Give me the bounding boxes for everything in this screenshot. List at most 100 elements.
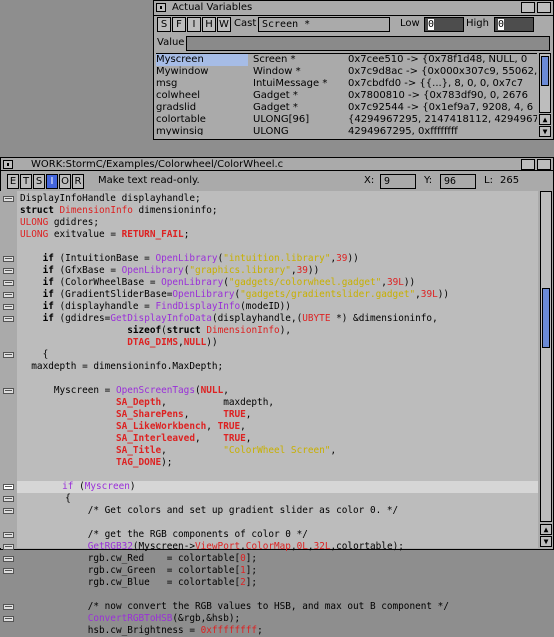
depth-icon[interactable] bbox=[537, 2, 551, 13]
variable-type[interactable]: ULONG bbox=[253, 126, 343, 135]
variable-name[interactable]: gradslid bbox=[156, 102, 248, 114]
vars-button-i[interactable]: I bbox=[187, 17, 201, 32]
y-field[interactable]: 96 bbox=[440, 174, 476, 189]
variable-name[interactable]: mywinsig bbox=[156, 126, 248, 135]
variable-name[interactable]: Mywindow bbox=[156, 66, 248, 78]
tool-button-t[interactable]: T bbox=[20, 174, 32, 189]
depth-icon[interactable] bbox=[537, 159, 551, 170]
code-line[interactable]: if (ColorWheelBase = OpenLibrary("gadget… bbox=[20, 277, 416, 289]
code-line[interactable]: /* get the RGB components of color 0 */ bbox=[20, 529, 308, 541]
code-line[interactable]: GetRGB32(Myscreen->ViewPort.ColorMap,0L,… bbox=[20, 541, 404, 553]
tool-button-s[interactable]: S bbox=[33, 174, 45, 189]
code-line[interactable]: rgb.cw_Red = colortable[0]; bbox=[20, 553, 257, 565]
line-marker-icon[interactable] bbox=[3, 316, 14, 322]
close-icon[interactable] bbox=[156, 3, 166, 12]
line-marker-icon[interactable] bbox=[3, 532, 14, 538]
low-field[interactable]: 0 bbox=[424, 17, 464, 32]
line-marker-icon[interactable] bbox=[3, 388, 14, 394]
code-line[interactable]: /* now convert the RGB values to HSB, an… bbox=[20, 601, 449, 613]
line-marker-icon[interactable] bbox=[3, 304, 14, 310]
vars-button-f[interactable]: F bbox=[172, 17, 186, 32]
tool-button-o[interactable]: O bbox=[59, 174, 71, 189]
code-line[interactable]: if (gdidres=GetDisplayInfoData(displayha… bbox=[20, 313, 438, 325]
variable-type[interactable]: Screen * bbox=[253, 54, 343, 66]
code-line[interactable]: if (Myscreen) bbox=[17, 481, 538, 493]
x-field[interactable]: 9 bbox=[380, 174, 416, 189]
code-line[interactable]: ULONG gdidres; bbox=[20, 217, 99, 229]
code-line[interactable]: struct DimensionInfo dimensioninfo; bbox=[20, 205, 218, 217]
close-icon[interactable] bbox=[3, 160, 13, 169]
code-line[interactable]: maxdepth = dimensioninfo.MaxDepth; bbox=[20, 361, 223, 373]
line-marker-icon[interactable] bbox=[3, 568, 14, 574]
tool-button-e[interactable]: E bbox=[7, 174, 19, 189]
variable-value[interactable]: 0x7c9d8ac -> {0x000x307c9, 55062, 0 bbox=[348, 66, 537, 78]
zoom-icon[interactable] bbox=[521, 2, 535, 13]
code-line[interactable]: SA_SharePens, TRUE, bbox=[20, 409, 251, 421]
editor-gutter[interactable] bbox=[0, 191, 17, 622]
line-marker-icon[interactable] bbox=[3, 604, 14, 610]
variable-value[interactable]: 0x7c92544 -> {0x1ef9a7, 9208, 4, 6 bbox=[348, 102, 537, 114]
vars-button-h[interactable]: H bbox=[202, 17, 216, 32]
vars-titlebar[interactable]: Actual Variables bbox=[154, 1, 553, 16]
line-marker-icon[interactable] bbox=[3, 484, 14, 490]
code-line[interactable]: rgb.cw_Green = colortable[1]; bbox=[20, 565, 257, 577]
code-line[interactable]: { bbox=[20, 493, 71, 505]
vars-scroll-thumb[interactable] bbox=[541, 56, 549, 86]
value-field[interactable] bbox=[186, 36, 550, 51]
code-line[interactable]: ULONG exitvalue = RETURN_FAIL; bbox=[20, 229, 189, 241]
code-line[interactable]: TAG_DONE); bbox=[20, 457, 172, 469]
cast-field[interactable]: Screen * bbox=[258, 17, 390, 32]
vars-button-s[interactable]: S bbox=[157, 17, 171, 32]
code-line[interactable]: SA_Title, "ColorWheel Screen", bbox=[20, 445, 336, 457]
variables-list[interactable]: Myscreen Mywindow msg colwheel gradslid color… bbox=[156, 53, 537, 135]
code-line[interactable]: Myscreen = OpenScreenTags(NULL, bbox=[20, 385, 229, 397]
code-line[interactable]: SA_Depth, maxdepth, bbox=[20, 397, 274, 409]
code-line[interactable]: SA_Interleaved, TRUE, bbox=[20, 433, 252, 445]
variable-name[interactable]: msg bbox=[156, 78, 248, 90]
line-marker-icon[interactable] bbox=[3, 616, 14, 622]
variable-type[interactable]: Gadget * bbox=[253, 102, 343, 114]
line-marker-icon[interactable] bbox=[3, 352, 14, 358]
tool-button-i[interactable]: I bbox=[46, 174, 58, 189]
variable-value[interactable]: 0x7cbdfd0 -> {{...}, 8, 0, 0, 0x7c7 bbox=[348, 78, 537, 90]
code-line[interactable]: { bbox=[20, 349, 49, 361]
editor-scroll-thumb[interactable] bbox=[542, 288, 550, 348]
code-line[interactable]: if (IntuitionBase = OpenLibrary("intuiti… bbox=[20, 253, 359, 265]
variable-type[interactable]: Gadget * bbox=[253, 90, 343, 102]
variable-name[interactable]: Myscreen bbox=[156, 54, 248, 66]
line-marker-icon[interactable] bbox=[3, 268, 14, 274]
variable-name[interactable]: colortable bbox=[156, 114, 248, 126]
scroll-down-icon[interactable]: ▼ bbox=[539, 126, 551, 137]
high-field[interactable]: 0 bbox=[494, 17, 534, 32]
editor-titlebar[interactable]: WORK:StormC/Examples/Colorwheel/ColorWhe… bbox=[0, 157, 554, 171]
variable-value[interactable]: {4294967295, 2147418112, 42949672 bbox=[348, 114, 537, 126]
line-marker-icon[interactable] bbox=[3, 496, 14, 502]
code-line[interactable]: rgb.cw_Blue = colortable[2]; bbox=[20, 577, 257, 589]
line-marker-icon[interactable] bbox=[3, 544, 14, 550]
line-marker-icon[interactable] bbox=[3, 292, 14, 298]
line-marker-icon[interactable] bbox=[3, 196, 14, 202]
editor-scrollbar[interactable] bbox=[540, 191, 552, 522]
code-editor[interactable]: DisplayInfoHandle displayhandle; struct D… bbox=[17, 191, 538, 636]
scroll-down-icon[interactable]: ▼ bbox=[540, 536, 552, 547]
line-marker-icon[interactable] bbox=[3, 556, 14, 562]
variable-value[interactable]: 0x7800810 -> {0x783df90, 0, 2676 bbox=[348, 90, 537, 102]
code-line[interactable]: sizeof(struct DimensionInfo), bbox=[20, 325, 291, 337]
code-line[interactable]: if (GradientSliderBase=OpenLibrary("gadg… bbox=[20, 289, 449, 301]
code-line[interactable]: hsb.cw_Brightness = 0xffffffff; bbox=[20, 625, 263, 637]
code-line[interactable]: DTAG_DIMS,NULL)) bbox=[20, 337, 217, 349]
line-marker-icon[interactable] bbox=[3, 508, 14, 514]
vars-button-w[interactable]: W bbox=[217, 17, 231, 32]
code-line[interactable]: ConvertRGBToHSB(&rgb,&hsb); bbox=[20, 613, 240, 625]
code-line[interactable]: if (displayhandle = FindDisplayInfo(mode… bbox=[20, 301, 291, 313]
scroll-up-icon[interactable]: ▲ bbox=[540, 524, 552, 535]
code-line[interactable]: SA_LikeWorkbench, TRUE, bbox=[20, 421, 246, 433]
vars-scrollbar[interactable] bbox=[539, 53, 551, 113]
variable-type[interactable]: ULONG[96] bbox=[253, 114, 343, 126]
variable-value[interactable]: 0x7cee510 -> {0x78f1d48, NULL, 0 bbox=[348, 54, 537, 66]
line-marker-icon[interactable] bbox=[3, 256, 14, 262]
variable-type[interactable]: Window * bbox=[253, 66, 343, 78]
line-marker-icon[interactable] bbox=[3, 280, 14, 286]
tool-button-r[interactable]: R bbox=[72, 174, 84, 189]
variable-type[interactable]: IntuiMessage * bbox=[253, 78, 343, 90]
